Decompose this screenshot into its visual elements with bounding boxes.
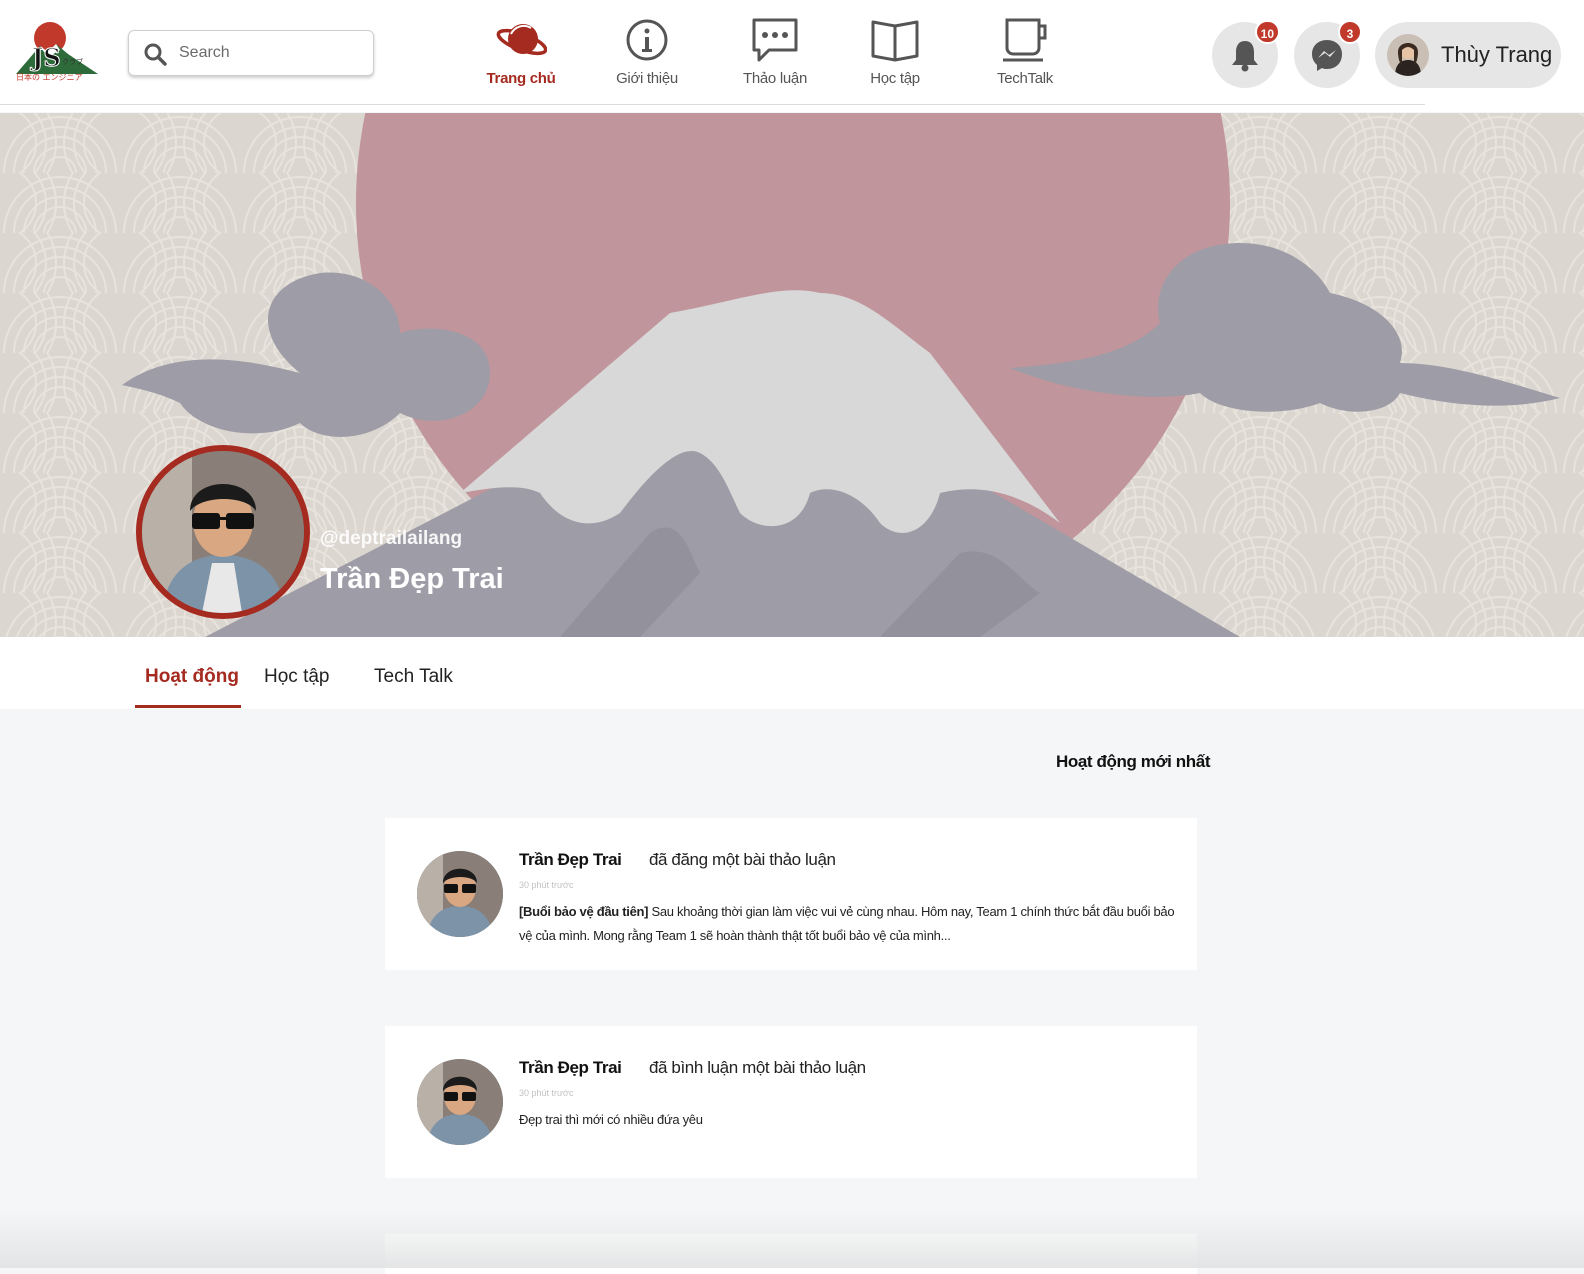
svg-text:JS: JS — [30, 43, 61, 72]
tab-hoat-dong[interactable]: Hoạt động — [145, 637, 239, 709]
search-input[interactable] — [179, 39, 359, 67]
author-photo — [417, 851, 503, 937]
message-count-badge: 3 — [1338, 20, 1362, 44]
search-box[interactable] — [128, 30, 374, 76]
nav-label: Học tập — [870, 70, 920, 87]
profile-tabs: Hoạt động Học tập Tech Talk — [0, 637, 1584, 709]
user-name: Thùy Trang — [1441, 42, 1553, 67]
author-avatar[interactable] — [417, 851, 503, 937]
book-icon — [871, 20, 919, 62]
bell-icon — [1232, 41, 1258, 72]
notification-count-badge: 10 — [1254, 20, 1280, 44]
activity-post-tag: [Buổi bảo vệ đầu tiên] — [519, 904, 649, 919]
nav-gioi-thieu[interactable]: Giới thiệu — [592, 14, 702, 94]
nav-label: Giới thiệu — [616, 70, 678, 87]
tab-hoc-tap[interactable]: Học tập — [264, 637, 329, 709]
svg-text:クラブ: クラブ — [62, 57, 83, 66]
nav-techtalk[interactable]: TechTalk — [970, 14, 1080, 94]
activity-content[interactable]: Đẹp trai thì mới có nhiều đứa yêu — [519, 1108, 1179, 1132]
activity-author[interactable]: Trần Đẹp Trai — [519, 1058, 622, 1078]
nav-thao-luan[interactable]: Thảo luận — [720, 14, 830, 94]
nav-label: TechTalk — [997, 70, 1053, 87]
messenger-icon — [1312, 40, 1342, 71]
activity-content[interactable]: [Buổi bảo vệ đầu tiên] Sau khoảng thời g… — [519, 900, 1179, 948]
activity-time: 30 phút trước — [519, 1088, 574, 1098]
notifications-button[interactable]: 10 — [1212, 20, 1280, 88]
top-navbar: JS クラブ 日本の エンジニア Trang chủ Giới thiệu — [0, 0, 1584, 112]
nav-label: Trang chủ — [486, 70, 556, 87]
activity-card[interactable]: Trần Đẹp Trai đã đăng một bài thảo luận … — [385, 818, 1197, 970]
profile-handle: @deptrailailang — [320, 528, 463, 549]
nav-hoc-tap[interactable]: Học tập — [840, 14, 950, 94]
user-menu[interactable]: Thùy Trang — [1375, 22, 1561, 88]
messages-button[interactable]: 3 — [1294, 20, 1362, 88]
activity-time: 30 phút trước — [519, 880, 574, 890]
profile-name: Trần Đẹp Trai — [320, 563, 504, 595]
logo-icon: JS クラブ 日本の エンジニア — [16, 22, 98, 82]
cup-icon — [1003, 18, 1047, 62]
planet-icon — [496, 24, 547, 56]
profile-avatar[interactable] — [136, 445, 310, 619]
search-icon — [144, 43, 167, 66]
activity-action: đã đăng một bài thảo luận — [649, 850, 836, 869]
profile-photo — [142, 451, 304, 613]
header-divider — [0, 104, 1425, 105]
profile-cover: @deptrailailang Trần Đẹp Trai — [0, 113, 1584, 637]
nav-trang-chu[interactable]: Trang chủ — [466, 14, 576, 94]
chat-bubble-icon — [752, 18, 798, 62]
svg-text:日本の エンジニア: 日本の エンジニア — [16, 72, 83, 82]
author-photo — [417, 1059, 503, 1145]
activity-section-title: Hoạt động mới nhất — [1056, 752, 1211, 771]
user-avatar — [1387, 34, 1429, 76]
activity-excerpt: Đẹp trai thì mới có nhiều đứa yêu — [519, 1112, 703, 1127]
info-icon — [626, 19, 668, 61]
active-tab-indicator — [135, 705, 241, 708]
scroll-fade — [0, 1210, 1584, 1268]
activity-action: đã bình luận một bài thảo luận — [649, 1058, 866, 1077]
activity-card[interactable]: Trần Đẹp Trai đã bình luận một bài thảo … — [385, 1026, 1197, 1178]
js-club-logo[interactable]: JS クラブ 日本の エンジニア — [10, 16, 102, 84]
tab-tech-talk[interactable]: Tech Talk — [374, 637, 453, 709]
activity-author[interactable]: Trần Đẹp Trai — [519, 850, 622, 870]
nav-label: Thảo luận — [742, 70, 808, 87]
author-avatar[interactable] — [417, 1059, 503, 1145]
